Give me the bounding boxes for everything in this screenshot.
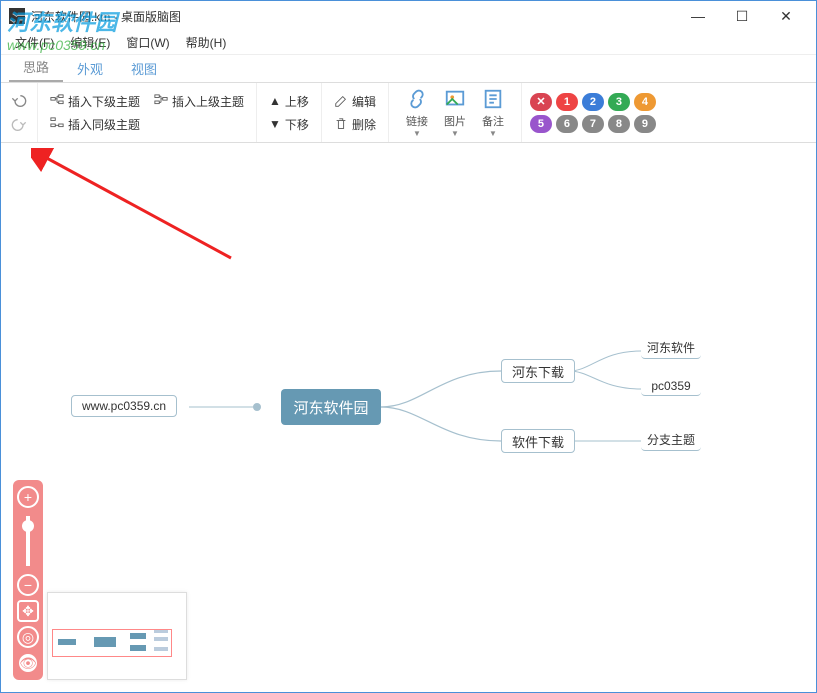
leaf-node[interactable]: 分支主题 [641, 431, 701, 451]
menu-help[interactable]: 帮助(H) [178, 34, 235, 51]
close-button[interactable]: ✕ [764, 1, 808, 31]
insert-sibling-button[interactable]: 插入同级主题 [50, 116, 244, 133]
note-label: 备注 [482, 113, 504, 129]
edit-label: 编辑 [352, 93, 376, 110]
move-up-label: 上移 [285, 93, 309, 110]
leaf-node[interactable]: 河东软件 [641, 339, 701, 359]
tab-appearance[interactable]: 外观 [63, 55, 117, 82]
branch-node[interactable]: 软件下载 [501, 429, 575, 453]
toolbar: 插入下级主题 插入上级主题 插入同级主题 ▲ 上移 ▼ 下移 编辑 删 [1, 83, 816, 143]
priority-6[interactable]: 6 [556, 115, 578, 133]
window-title: 河东软件园.km - 桌面版脑图 [31, 8, 676, 25]
link-label: 链接 [406, 113, 428, 129]
delete-icon [334, 117, 348, 131]
priority-4[interactable]: 4 [634, 93, 656, 111]
zoom-slider[interactable] [26, 516, 30, 566]
titlebar: 河东软件园.km - 桌面版脑图 — ☐ ✕ [1, 1, 816, 31]
dropdown-icon: ▼ [451, 129, 459, 138]
priority-8[interactable]: 8 [608, 115, 630, 133]
delete-button[interactable]: 删除 [334, 116, 376, 133]
minimap[interactable] [47, 592, 187, 680]
priority-group: ✕ 1 2 3 4 5 6 7 8 9 [522, 89, 682, 137]
note-button[interactable]: 备注 ▼ [477, 87, 509, 138]
tab-view[interactable]: 视图 [117, 55, 171, 82]
insert-sibling-label: 插入同级主题 [68, 116, 140, 133]
branch-node[interactable]: 河东下载 [501, 359, 575, 383]
leaf-node-text: 河东软件 [647, 339, 695, 356]
leaf-node-text: pc0359 [651, 379, 690, 393]
priority-clear[interactable]: ✕ [530, 93, 552, 111]
zoom-panel: + − ✥ ◎ 👁 [13, 480, 43, 680]
leaf-node-text: 分支主题 [647, 431, 695, 448]
tabbar: 思路 外观 视图 [1, 55, 816, 83]
insert-parent-icon [154, 94, 168, 108]
priority-3[interactable]: 3 [608, 93, 630, 111]
undo-button[interactable] [9, 91, 29, 111]
dropdown-icon: ▼ [489, 129, 497, 138]
delete-label: 删除 [352, 116, 376, 133]
edit-button[interactable]: 编辑 [334, 93, 376, 110]
insert-sibling-icon [50, 117, 64, 131]
minimize-button[interactable]: — [676, 1, 720, 31]
float-node-text: www.pc0359.cn [82, 399, 166, 413]
insert-child-button[interactable]: 插入下级主题 [50, 93, 140, 110]
move-up-button[interactable]: ▲ 上移 [269, 93, 309, 110]
image-button[interactable]: 图片 ▼ [439, 87, 471, 138]
branch-node-text: 软件下载 [512, 432, 564, 451]
priority-5[interactable]: 5 [530, 115, 552, 133]
priority-1[interactable]: 1 [556, 93, 578, 111]
edit-icon [334, 94, 348, 108]
dropdown-icon: ▼ [413, 129, 421, 138]
float-node[interactable]: www.pc0359.cn [71, 395, 177, 417]
link-icon [405, 87, 429, 111]
locate-button[interactable]: ◎ [17, 626, 39, 648]
link-button[interactable]: 链接 ▼ [401, 87, 433, 138]
menu-window[interactable]: 窗口(W) [118, 34, 177, 51]
insert-parent-label: 插入上级主题 [172, 93, 244, 110]
arrow-annotation [31, 148, 241, 268]
zoom-out-button[interactable]: − [17, 574, 39, 596]
tab-mind[interactable]: 思路 [9, 53, 63, 82]
insert-child-label: 插入下级主题 [68, 93, 140, 110]
minimap-viewport[interactable] [52, 629, 172, 657]
down-icon: ▼ [269, 117, 281, 131]
menu-edit[interactable]: 编辑(E) [62, 34, 118, 51]
image-icon [443, 87, 467, 111]
app-icon [9, 8, 25, 24]
menu-file[interactable]: 文件(F) [7, 34, 62, 51]
insert-parent-button[interactable]: 插入上级主题 [154, 93, 244, 110]
connector [253, 403, 261, 411]
root-node-text: 河东软件园 [293, 397, 368, 418]
priority-2[interactable]: 2 [582, 93, 604, 111]
move-down-label: 下移 [285, 116, 309, 133]
insert-child-icon [50, 94, 64, 108]
menubar: 文件(F) 编辑(E) 窗口(W) 帮助(H) [1, 31, 816, 55]
mindmap-canvas[interactable]: www.pc0359.cn 河东软件园 河东下载 软件下载 河东软件 pc035… [1, 143, 816, 692]
branch-node-text: 河东下载 [512, 362, 564, 381]
pan-button[interactable]: ✥ [17, 600, 39, 622]
undo-icon [11, 93, 27, 109]
maximize-button[interactable]: ☐ [720, 1, 764, 31]
root-node[interactable]: 河东软件园 [281, 389, 381, 425]
priority-7[interactable]: 7 [582, 115, 604, 133]
toggle-minimap-button[interactable]: 👁 [17, 652, 39, 674]
image-label: 图片 [444, 113, 466, 129]
redo-button[interactable] [9, 115, 29, 135]
up-icon: ▲ [269, 94, 281, 108]
zoom-in-button[interactable]: + [17, 486, 39, 508]
priority-9[interactable]: 9 [634, 115, 656, 133]
note-icon [481, 87, 505, 111]
move-down-button[interactable]: ▼ 下移 [269, 116, 309, 133]
redo-icon [11, 117, 27, 133]
leaf-node[interactable]: pc0359 [641, 379, 701, 396]
